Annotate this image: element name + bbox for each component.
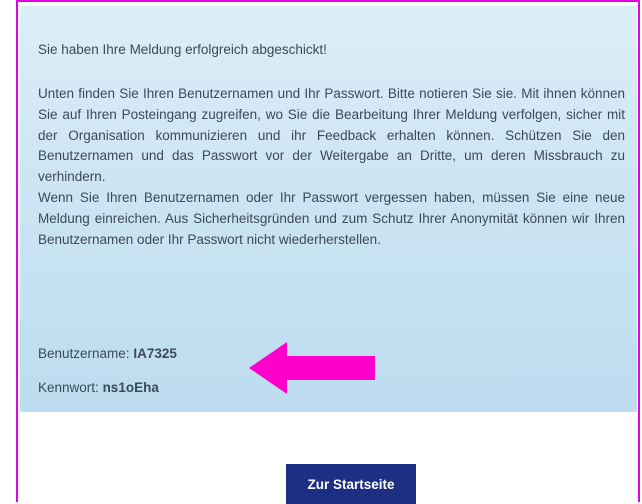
success-headline: Sie haben Ihre Meldung erfolgreich abges… (38, 42, 327, 57)
password-value: ns1oEha (102, 380, 159, 395)
password-row: Kennwort: ns1oEha (38, 380, 159, 395)
password-label: Kennwort: (38, 380, 99, 395)
recovery-notice-paragraph: Wenn Sie Ihren Benutzernamen oder Ihr Pa… (38, 189, 625, 247)
username-row: Benutzername: IA7325 (38, 346, 177, 361)
username-value: IA7325 (133, 346, 177, 361)
username-label: Benutzername: (38, 346, 130, 361)
instructions-paragraph: Unten finden Sie Ihren Benutzernamen und… (38, 86, 625, 185)
home-button[interactable]: Zur Startseite (286, 464, 416, 504)
page-frame: Sie haben Ihre Meldung erfolgreich abges… (16, 0, 640, 504)
left-arrow-icon (249, 342, 375, 394)
